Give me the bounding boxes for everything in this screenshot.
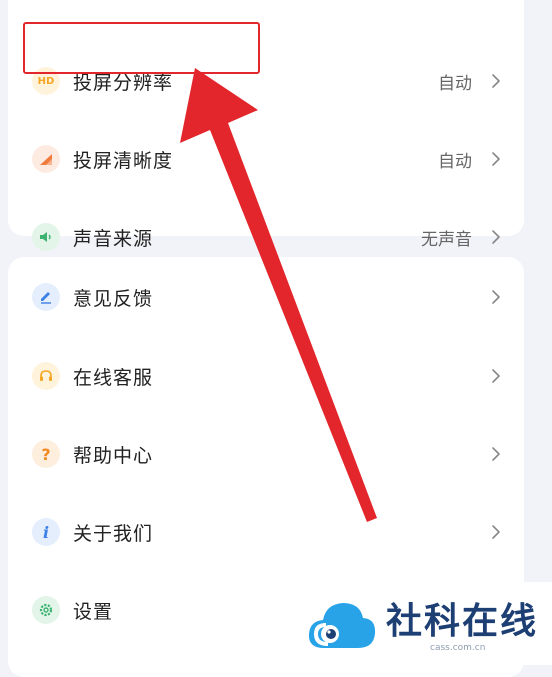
- help-center-row[interactable]: ? 帮助中心: [8, 415, 524, 493]
- chevron-right-icon: [492, 447, 500, 461]
- customer-service-row[interactable]: 在线客服: [8, 337, 524, 415]
- watermark-title: 社科在线: [386, 601, 539, 642]
- clarity-row[interactable]: 投屏清晰度 自动: [8, 120, 524, 198]
- chevron-right-icon: [492, 525, 500, 539]
- help-center-label: 帮助中心: [73, 444, 154, 467]
- chevron-right-icon: [492, 74, 500, 88]
- gear-icon: [32, 596, 60, 624]
- clarity-icon: [32, 145, 60, 173]
- audio-source-label: 声音来源: [73, 227, 154, 250]
- audio-source-value: 无声音: [421, 229, 472, 250]
- resolution-value: 自动: [438, 73, 472, 94]
- feedback-label: 意见反馈: [73, 287, 154, 310]
- pencil-icon: [32, 283, 60, 311]
- about-us-label: 关于我们: [73, 522, 154, 545]
- settings-label: 设置: [73, 600, 114, 623]
- cloud-logo-icon: [308, 603, 376, 648]
- customer-service-label: 在线客服: [73, 366, 154, 389]
- watermark: 社科在线 cass.com.cn: [300, 582, 552, 665]
- info-icon: i: [32, 518, 60, 546]
- question-icon: ?: [32, 440, 60, 468]
- chevron-right-icon: [492, 290, 500, 304]
- chevron-right-icon: [492, 152, 500, 166]
- about-us-row[interactable]: i 关于我们: [8, 493, 524, 571]
- clarity-label: 投屏清晰度: [73, 149, 174, 172]
- chevron-right-icon: [492, 369, 500, 383]
- clarity-value: 自动: [438, 151, 472, 172]
- speaker-icon: [32, 223, 60, 251]
- chevron-right-icon: [492, 230, 500, 244]
- annotation-highlight-box: [23, 22, 260, 74]
- feedback-row[interactable]: 意见反馈: [8, 258, 524, 336]
- watermark-url: cass.com.cn: [430, 643, 486, 653]
- headset-icon: [32, 362, 60, 390]
